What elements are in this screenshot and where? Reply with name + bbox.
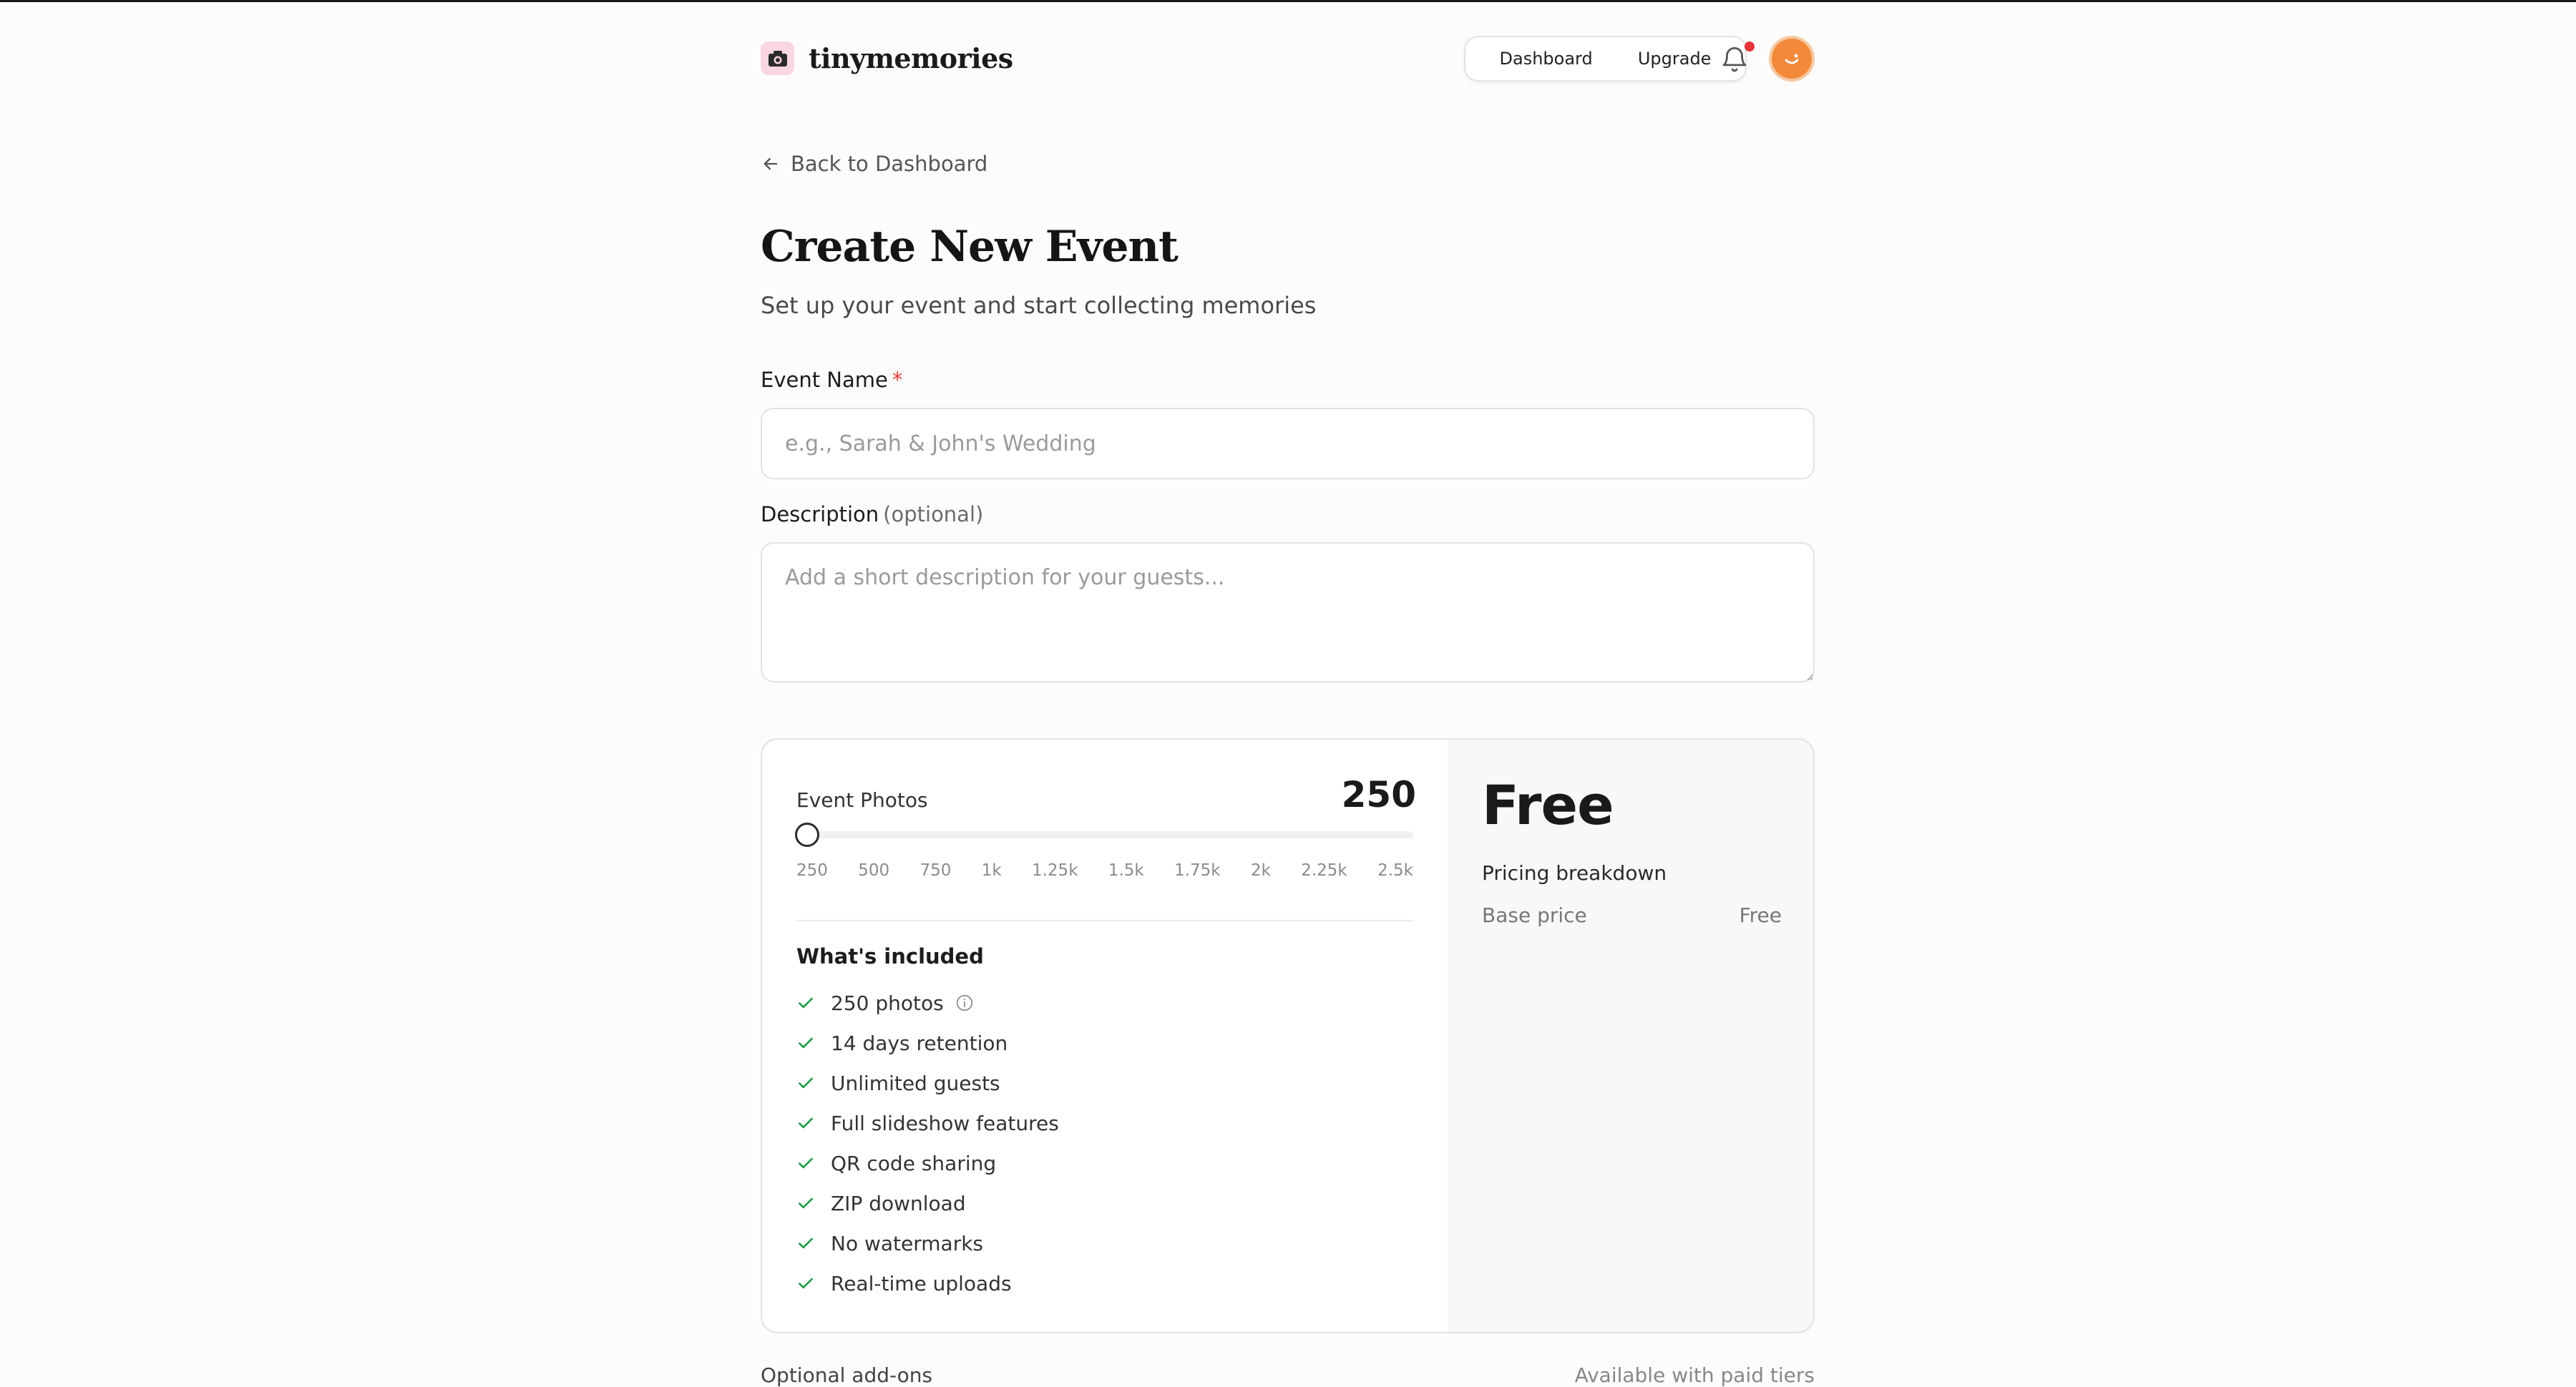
included-feature-item: Unlimited guests bbox=[796, 1063, 1059, 1103]
event-photos-label: Event Photos bbox=[796, 788, 928, 812]
included-features-list: 250 photos 14 days retention Unlimited gue… bbox=[796, 983, 1059, 1303]
slider-tick-label: 2k bbox=[1250, 861, 1271, 880]
slider-tick-label: 1.5k bbox=[1108, 861, 1144, 880]
feature-label: ZIP download bbox=[831, 1191, 966, 1215]
nav-dashboard-link[interactable]: Dashboard bbox=[1500, 49, 1593, 69]
addons-title: Optional add-ons bbox=[761, 1363, 933, 1387]
avatar-image bbox=[1772, 39, 1812, 79]
feature-label: 14 days retention bbox=[831, 1031, 1008, 1055]
pricing-breakdown-title: Pricing breakdown bbox=[1482, 861, 1667, 885]
slider-tick-label: 1.25k bbox=[1031, 861, 1078, 880]
breakdown-label: Base price bbox=[1482, 903, 1587, 927]
check-icon bbox=[799, 1157, 813, 1169]
description-textarea[interactable] bbox=[761, 542, 1815, 682]
camera-icon bbox=[761, 41, 794, 75]
slider-tick-label: 750 bbox=[919, 861, 952, 880]
description-label-text: Description bbox=[761, 502, 879, 526]
check-icon bbox=[799, 1237, 813, 1249]
feature-label: Full slideshow features bbox=[831, 1111, 1059, 1135]
check-icon bbox=[799, 1117, 813, 1129]
plan-configurator: Event Photos 250 250 500 750 1k 1.25k 1.5k 1.7… bbox=[795, 740, 1416, 1332]
addons-header: Optional add-ons Available with paid tie… bbox=[761, 1363, 1815, 1387]
brand-name: tinymemories bbox=[809, 42, 1013, 74]
check-icon bbox=[799, 997, 813, 1009]
included-feature-item: Real-time uploads bbox=[796, 1263, 1059, 1303]
check-icon bbox=[799, 1278, 813, 1289]
feature-label: Real-time uploads bbox=[831, 1271, 1012, 1295]
feature-label: No watermarks bbox=[831, 1231, 984, 1255]
addons-note: Available with paid tiers bbox=[1574, 1363, 1815, 1387]
arrow-left-icon bbox=[763, 157, 778, 170]
slider-tick-label: 500 bbox=[858, 861, 890, 880]
top-nav: Dashboard Upgrade bbox=[1464, 36, 1747, 82]
notification-badge bbox=[1745, 41, 1755, 52]
included-feature-item: 14 days retention bbox=[796, 1023, 1059, 1063]
pricing-summary: Free Pricing breakdown Base price Free bbox=[1448, 740, 1813, 1332]
app-header: tinymemories Dashboard Upgrade bbox=[761, 36, 1815, 83]
page-title: Create New Event bbox=[761, 222, 1179, 272]
feature-label: Unlimited guests bbox=[831, 1071, 1000, 1095]
breakdown-row: Base price Free bbox=[1482, 903, 1782, 927]
window-top-border bbox=[0, 0, 2576, 2]
slider-tick-label: 250 bbox=[796, 861, 828, 880]
slider-tick-label: 2.25k bbox=[1301, 861, 1347, 880]
photos-slider-track[interactable] bbox=[796, 831, 1413, 838]
feature-label: QR code sharing bbox=[831, 1151, 997, 1175]
info-icon[interactable] bbox=[955, 994, 974, 1012]
check-icon bbox=[799, 1037, 813, 1049]
check-icon bbox=[799, 1077, 813, 1089]
event-name-input[interactable] bbox=[761, 408, 1815, 479]
included-feature-item: Full slideshow features bbox=[796, 1103, 1059, 1143]
event-photos-value: 250 bbox=[1341, 774, 1416, 815]
included-feature-item: 250 photos bbox=[796, 983, 1059, 1023]
back-to-dashboard-link[interactable]: Back to Dashboard bbox=[761, 152, 987, 176]
nav-upgrade-link[interactable]: Upgrade bbox=[1638, 49, 1712, 69]
breakdown-value: Free bbox=[1739, 903, 1782, 927]
price-total: Free bbox=[1482, 773, 1614, 837]
user-avatar[interactable] bbox=[1769, 36, 1815, 82]
check-icon bbox=[799, 1197, 813, 1209]
feature-label: 250 photos bbox=[831, 991, 944, 1015]
plan-card: Event Photos 250 250 500 750 1k 1.25k 1.5k 1.7… bbox=[761, 738, 1815, 1333]
photos-slider-thumb[interactable] bbox=[795, 823, 819, 847]
slider-tick-label: 1.75k bbox=[1174, 861, 1221, 880]
whats-included-title: What's included bbox=[796, 944, 984, 969]
card-divider bbox=[796, 920, 1413, 921]
included-feature-item: ZIP download bbox=[796, 1183, 1059, 1223]
included-feature-item: No watermarks bbox=[796, 1223, 1059, 1263]
slider-tick-label: 1k bbox=[981, 861, 1002, 880]
required-mark: * bbox=[892, 368, 903, 392]
brand-logo[interactable]: tinymemories bbox=[761, 41, 1013, 75]
page-subtitle: Set up your event and start collecting m… bbox=[761, 292, 1317, 319]
event-name-label-text: Event Name bbox=[761, 368, 888, 392]
optional-hint: (optional) bbox=[883, 502, 984, 526]
included-feature-item: QR code sharing bbox=[796, 1143, 1059, 1183]
slider-ticks: 250 500 750 1k 1.25k 1.5k 1.75k 2k 2.25k 2.5k bbox=[796, 861, 1413, 880]
event-name-label: Event Name * bbox=[761, 368, 902, 392]
description-label: Description (optional) bbox=[761, 502, 983, 526]
slider-tick-label: 2.5k bbox=[1377, 861, 1413, 880]
back-label: Back to Dashboard bbox=[791, 152, 988, 176]
